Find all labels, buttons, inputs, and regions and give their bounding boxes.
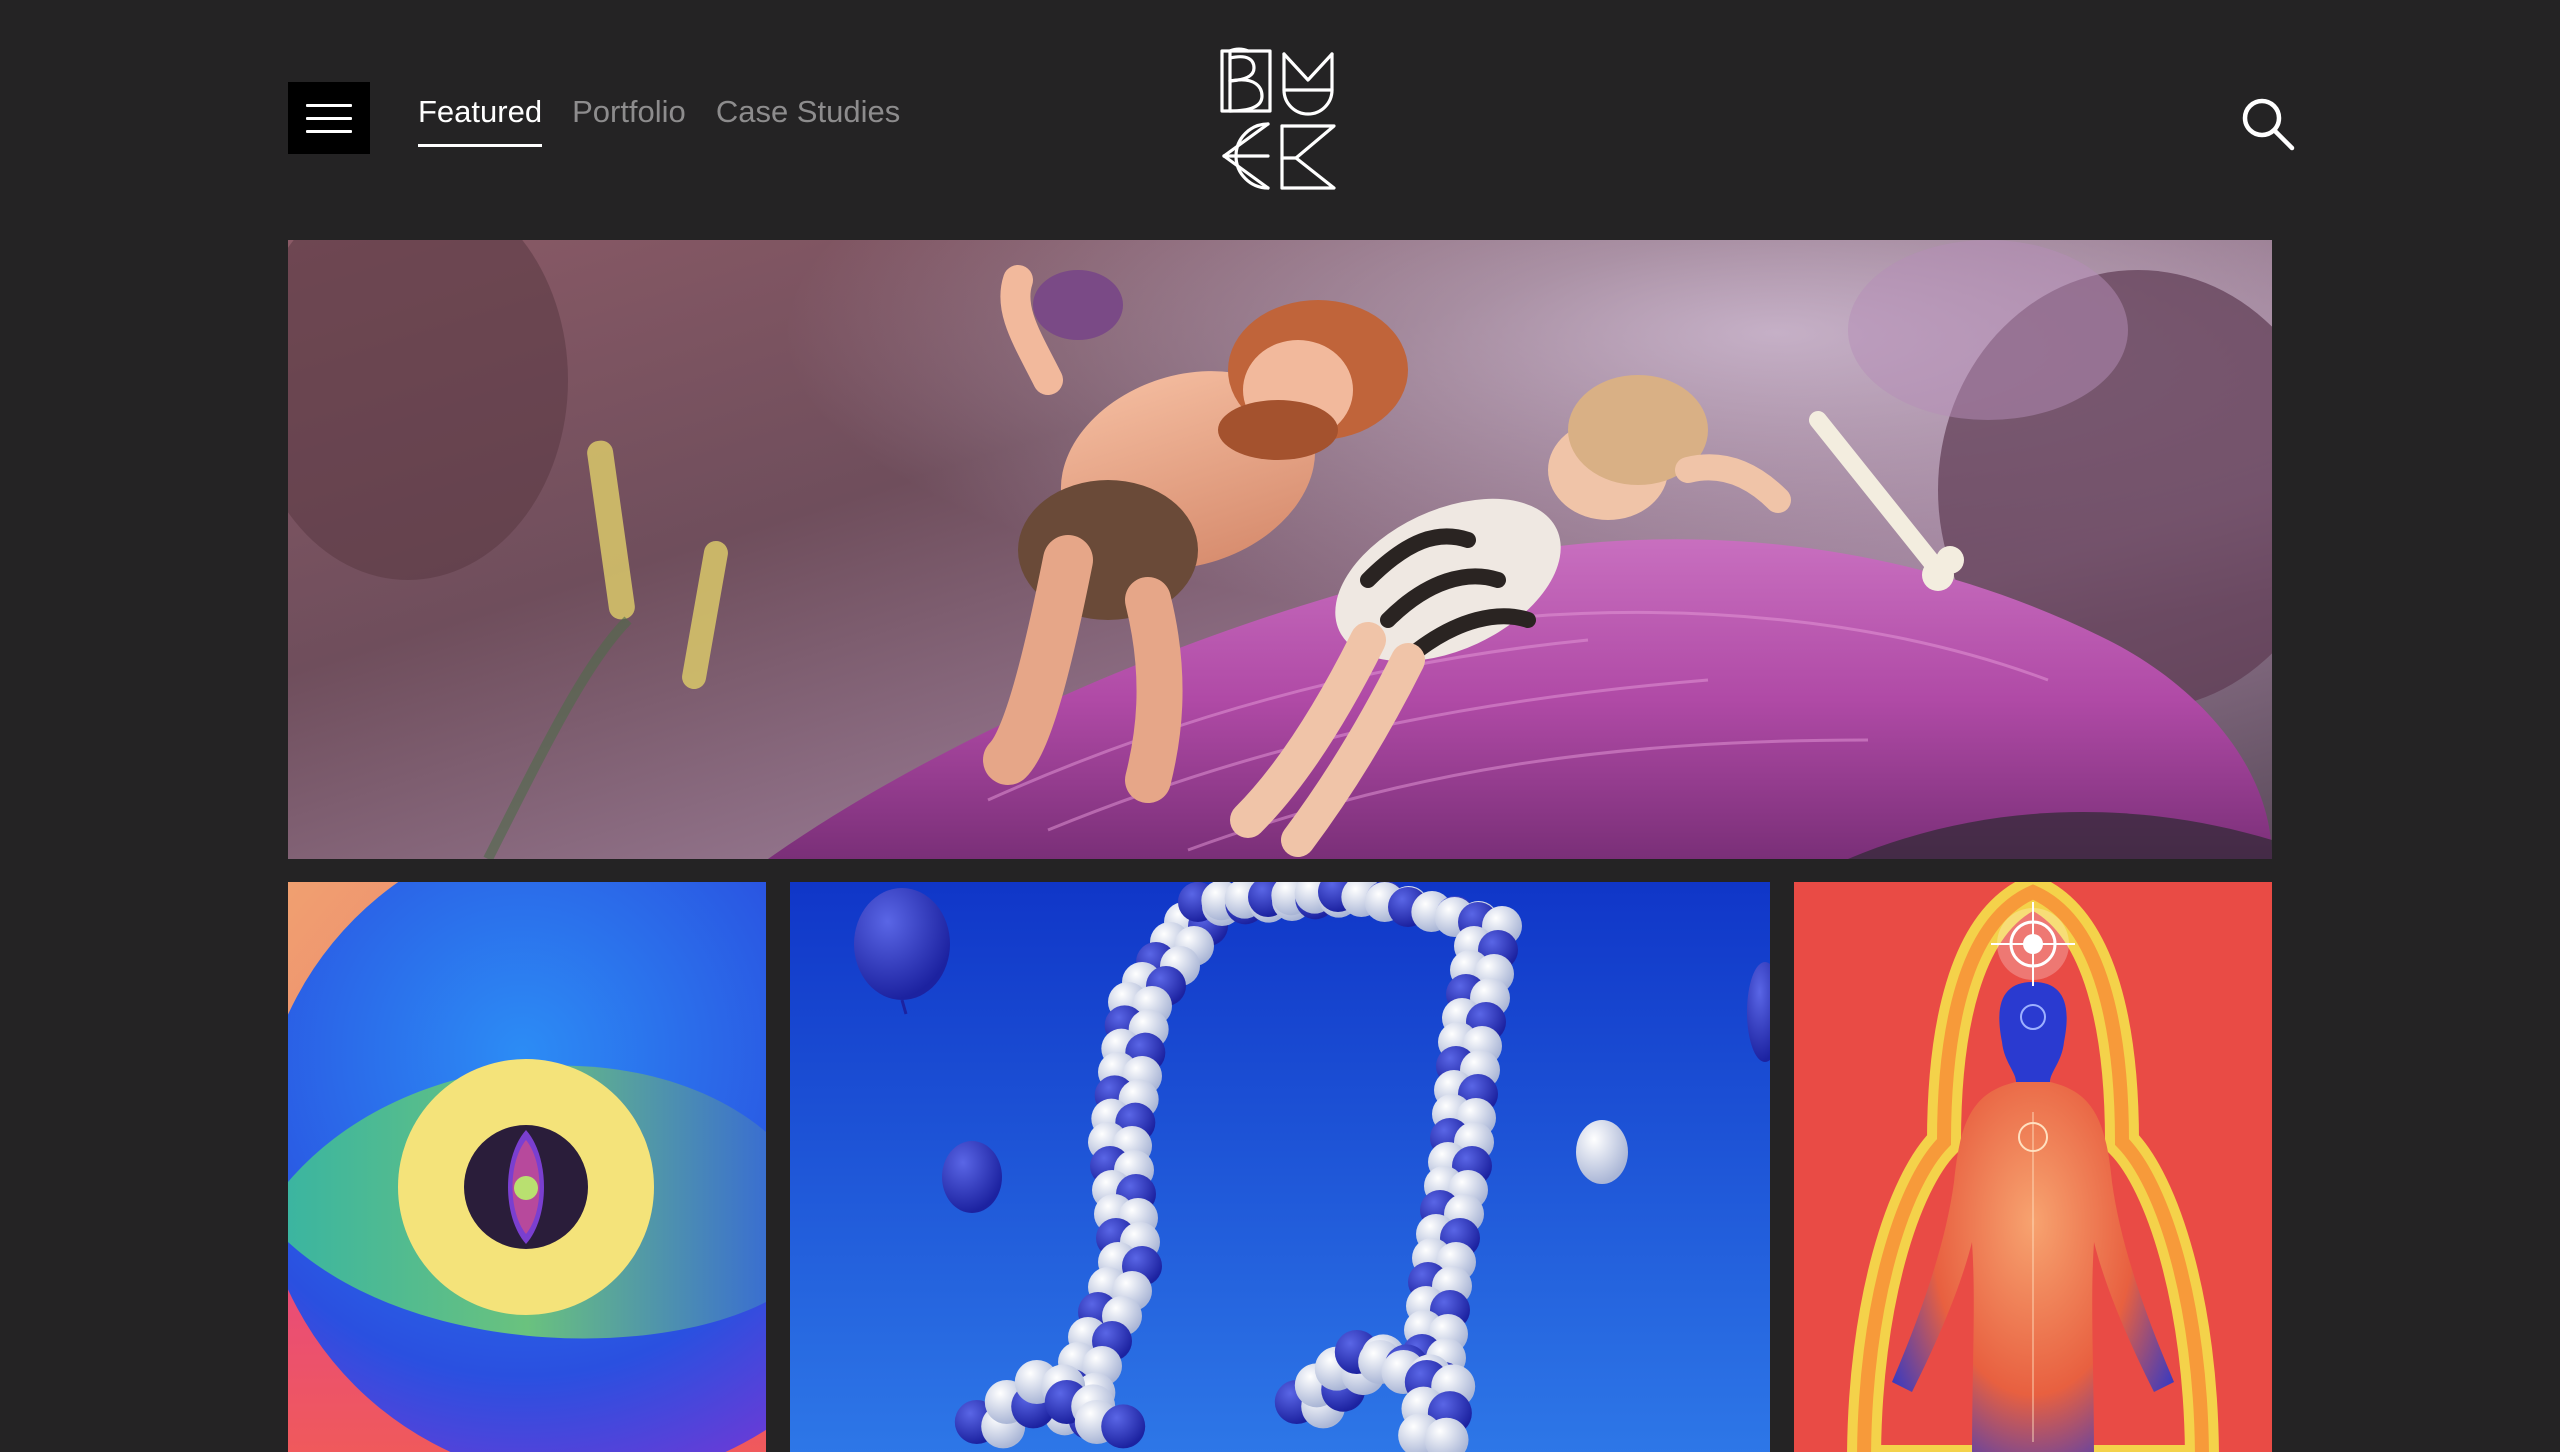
- nav-featured[interactable]: Featured: [418, 90, 543, 147]
- buck-logo[interactable]: [1218, 46, 1338, 192]
- search-button[interactable]: [2240, 96, 2298, 154]
- hero-tile[interactable]: [288, 240, 2272, 859]
- menu-button[interactable]: [288, 82, 370, 154]
- balloon-music-note-image: [790, 882, 1770, 1452]
- grid-tile-balloons[interactable]: [790, 882, 1770, 1452]
- grid-tile-eye[interactable]: [288, 882, 766, 1452]
- page: Featured Portfolio Case Studies: [0, 0, 2560, 1452]
- nav-case-studies[interactable]: Case Studies: [716, 90, 900, 147]
- nav-portfolio[interactable]: Portfolio: [572, 90, 686, 147]
- search-icon: [2242, 98, 2295, 151]
- hero-image: [288, 240, 2272, 859]
- main-nav: Featured Portfolio Case Studies: [418, 90, 900, 147]
- grid-tile-figure[interactable]: [1794, 882, 2272, 1452]
- buck-logo-icon: [1220, 47, 1336, 190]
- eye-illustration-image: [288, 882, 766, 1452]
- glowing-figure-image: [1794, 882, 2272, 1452]
